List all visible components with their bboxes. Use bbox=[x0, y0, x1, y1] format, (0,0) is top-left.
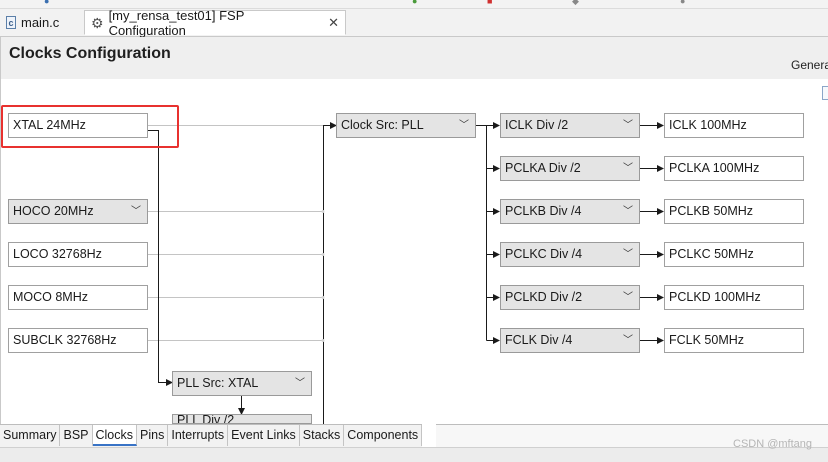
chevron-down-icon: ﹀ bbox=[623, 163, 633, 174]
status-strip bbox=[0, 447, 828, 462]
editor-area bbox=[0, 36, 828, 426]
toolbar-globe-icon[interactable]: ● bbox=[44, 0, 49, 6]
tab-event-links[interactable]: Event Links bbox=[228, 425, 300, 446]
iclk-div-select[interactable]: ICLK Div /2 ﹀ bbox=[500, 113, 640, 138]
toolbar-stop-icon[interactable]: ■ bbox=[487, 0, 492, 6]
pclkb-output: PCLKB 50MHz bbox=[664, 199, 804, 224]
loco-label: LOCO 32768Hz bbox=[13, 247, 102, 261]
pclkb-div-label: PCLKB Div /4 bbox=[505, 204, 582, 218]
tab-clocks[interactable]: Clocks bbox=[92, 425, 138, 446]
iclk-output-label: ICLK 100MHz bbox=[669, 118, 747, 132]
c-file-icon: c bbox=[6, 16, 16, 29]
subclk-field[interactable]: SUBCLK 32768Hz bbox=[8, 328, 148, 353]
fclk-output: FCLK 50MHz bbox=[664, 328, 804, 353]
tab-stacks[interactable]: Stacks bbox=[299, 425, 345, 446]
pclkc-div-label: PCLKC Div /4 bbox=[505, 247, 583, 261]
pclkb-output-label: PCLKB 50MHz bbox=[669, 204, 754, 218]
general-link[interactable]: Genera bbox=[791, 58, 828, 72]
moco-field[interactable]: MOCO 8MHz bbox=[8, 285, 148, 310]
chevron-down-icon: ﹀ bbox=[623, 292, 633, 303]
tab-components[interactable]: Components bbox=[344, 425, 423, 446]
iclk-div-label: ICLK Div /2 bbox=[505, 118, 569, 132]
side-panel-marker[interactable] bbox=[822, 86, 828, 100]
clock-src-label: Clock Src: PLL bbox=[341, 118, 424, 132]
pclka-div-select[interactable]: PCLKA Div /2 ﹀ bbox=[500, 156, 640, 181]
config-page-tabs: Summary BSP Clocks Pins Interrupts Event… bbox=[0, 424, 423, 447]
pclkc-output-label: PCLKC 50MHz bbox=[669, 247, 754, 261]
pll-src-select[interactable]: PLL Src: XTAL ﹀ bbox=[172, 371, 312, 396]
page-title: Clocks Configuration bbox=[9, 45, 171, 62]
toolbar-build-icon[interactable]: ● bbox=[412, 0, 417, 6]
chevron-down-icon: ﹀ bbox=[623, 249, 633, 260]
tab-fsp-configuration-label: [my_rensa_test01] FSP Configuration bbox=[108, 7, 245, 38]
tab-bsp[interactable]: BSP bbox=[60, 425, 93, 446]
fclk-output-label: FCLK 50MHz bbox=[669, 333, 745, 347]
xtal-highlight-annotation bbox=[1, 105, 179, 148]
tab-interrupts[interactable]: Interrupts bbox=[168, 425, 229, 446]
pclkd-div-label: PCLKD Div /2 bbox=[505, 290, 583, 304]
pclkd-output-label: PCLKD 100MHz bbox=[669, 290, 761, 304]
pclka-div-label: PCLKA Div /2 bbox=[505, 161, 581, 175]
subclk-label: SUBCLK 32768Hz bbox=[13, 333, 117, 347]
chevron-down-icon: ﹀ bbox=[295, 378, 305, 389]
pll-div-select[interactable]: PLL Div /2 bbox=[172, 414, 312, 424]
clock-src-select[interactable]: Clock Src: PLL ﹀ bbox=[336, 113, 476, 138]
hoco-label: HOCO 20MHz bbox=[13, 204, 94, 218]
gear-icon: ⚙ bbox=[91, 14, 104, 31]
close-icon[interactable]: ✕ bbox=[328, 15, 339, 31]
tab-fsp-configuration[interactable]: ⚙ [my_rensa_test01] FSP Configuration ✕ bbox=[84, 7, 346, 38]
tab-pins[interactable]: Pins bbox=[137, 425, 169, 446]
loco-field[interactable]: LOCO 32768Hz bbox=[8, 242, 148, 267]
tab-main-c[interactable]: c main.c bbox=[0, 10, 84, 35]
tab-main-c-label: main.c bbox=[21, 15, 60, 30]
pclkd-output: PCLKD 100MHz bbox=[664, 285, 804, 310]
chevron-down-icon: ﹀ bbox=[623, 120, 633, 131]
tab-summary[interactable]: Summary bbox=[0, 425, 61, 446]
pclka-output-label: PCLKA 100MHz bbox=[669, 161, 760, 175]
watermark: CSDN @mftang bbox=[733, 438, 813, 450]
moco-label: MOCO 8MHz bbox=[13, 290, 88, 304]
iclk-output: ICLK 100MHz bbox=[664, 113, 804, 138]
chevron-down-icon: ﹀ bbox=[459, 120, 469, 131]
pclkc-div-select[interactable]: PCLKC Div /4 ﹀ bbox=[500, 242, 640, 267]
pclkd-div-select[interactable]: PCLKD Div /2 ﹀ bbox=[500, 285, 640, 310]
pclkc-output: PCLKC 50MHz bbox=[664, 242, 804, 267]
chevron-down-icon: ﹀ bbox=[623, 206, 633, 217]
fclk-div-label: FCLK Div /4 bbox=[505, 333, 573, 347]
pclkb-div-select[interactable]: PCLKB Div /4 ﹀ bbox=[500, 199, 640, 224]
chevron-down-icon: ﹀ bbox=[623, 335, 633, 346]
fclk-div-select[interactable]: FCLK Div /4 ﹀ bbox=[500, 328, 640, 353]
pll-div-label: PLL Div /2 bbox=[177, 414, 235, 424]
editor-tab-bar: c main.c ⚙ [my_rensa_test01] FSP Configu… bbox=[0, 7, 828, 38]
toolbar-refresh-icon[interactable]: ● bbox=[680, 0, 685, 6]
pll-src-label: PLL Src: XTAL bbox=[177, 376, 259, 390]
chevron-down-icon: ﹀ bbox=[131, 206, 141, 217]
toolbar-nav-icon[interactable]: ◆ bbox=[572, 0, 579, 6]
hoco-select[interactable]: HOCO 20MHz ﹀ bbox=[8, 199, 148, 224]
pclka-output: PCLKA 100MHz bbox=[664, 156, 804, 181]
